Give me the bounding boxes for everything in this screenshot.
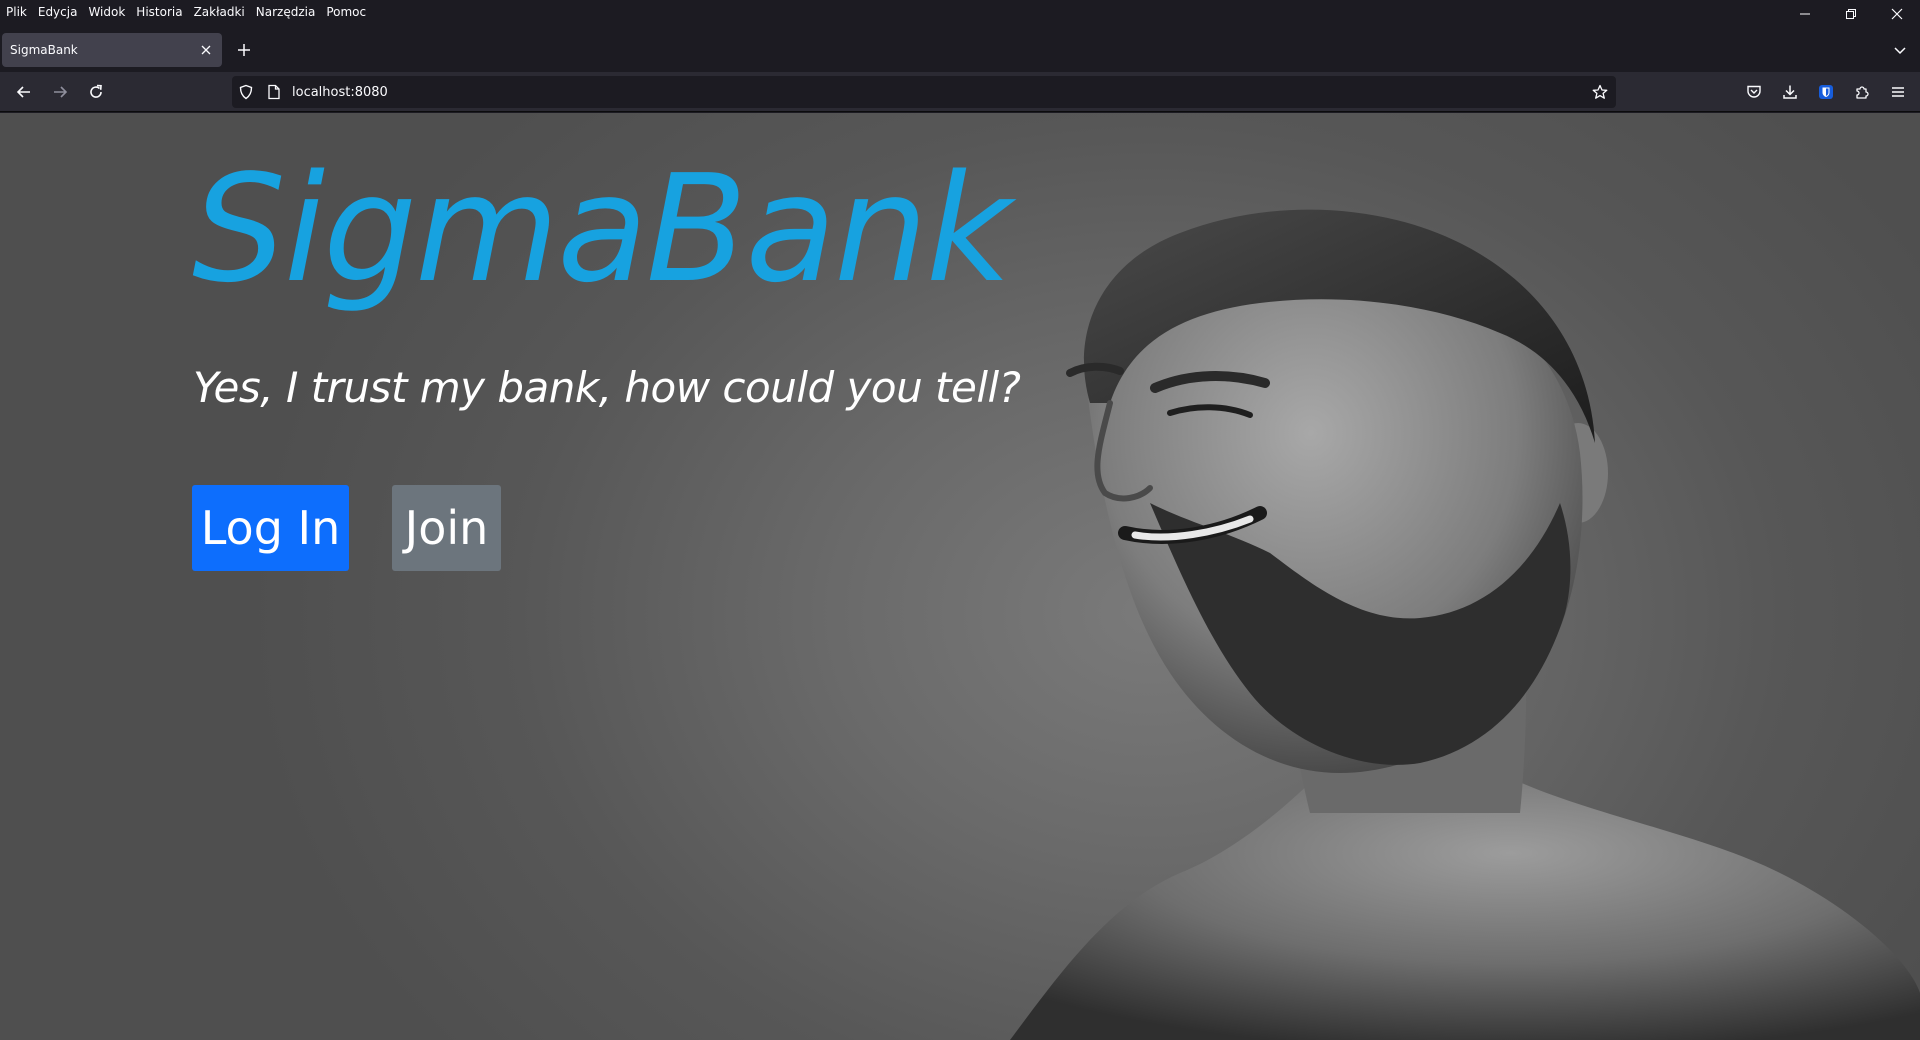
page-content: SigmaBank Yes, I trust my bank, how coul… [0,113,1920,1040]
shield-icon [239,84,253,100]
menu-view[interactable]: Widok [88,5,125,19]
menu-history[interactable]: Historia [136,5,182,19]
tab-close-button[interactable] [198,42,214,58]
tab-sigmabank[interactable]: SigmaBank [2,33,222,67]
downloads-button[interactable] [1772,78,1808,106]
brand-title: SigmaBank [192,143,1012,315]
close-icon [1891,8,1903,20]
puzzle-icon [1856,86,1869,99]
menu-file[interactable]: Plik [6,5,27,19]
url-text[interactable]: localhost:8080 [292,85,1584,100]
login-button[interactable]: Log In [192,485,349,571]
navigation-toolbar: localhost:8080 [0,72,1920,112]
arrow-right-icon [54,86,68,98]
reload-button[interactable] [82,78,110,106]
plus-icon [238,44,250,56]
address-bar[interactable]: localhost:8080 [232,76,1616,108]
join-button[interactable]: Join [392,485,501,571]
restore-button[interactable] [1828,0,1874,28]
menu-help[interactable]: Pomoc [326,5,366,19]
minimize-icon [1800,13,1810,15]
minimize-button[interactable] [1782,0,1828,28]
close-window-button[interactable] [1874,0,1920,28]
tab-title: SigmaBank [10,43,78,57]
hero-man-image [1010,209,1920,1040]
extensions-button[interactable] [1844,78,1880,106]
pocket-button[interactable] [1736,78,1772,106]
window-controls [1782,0,1920,28]
chevron-down-icon [1894,47,1906,55]
forward-button[interactable] [46,78,74,106]
menu-bookmarks[interactable]: Zakładki [194,5,245,19]
tab-bar: SigmaBank [0,28,1920,72]
bitwarden-icon [1819,85,1833,99]
toolbar-actions [1736,78,1916,106]
tagline: Yes, I trust my bank, how could you tell… [193,363,1021,412]
bookmark-button[interactable] [1584,76,1616,108]
page-icon [268,84,280,100]
hamburger-menu-icon [1892,87,1904,97]
tracking-protection-button[interactable] [232,76,260,108]
back-button[interactable] [10,78,38,106]
menu-edit[interactable]: Edycja [38,5,78,19]
app-menu-button[interactable] [1880,78,1916,106]
menu-tools[interactable]: Narzędzia [256,5,316,19]
reload-icon [90,84,102,98]
star-icon [1592,84,1608,99]
restore-icon [1846,9,1856,19]
pocket-icon [1747,85,1761,98]
menu-bar: Plik Edycja Widok Historia Zakładki Narz… [0,0,1920,24]
bitwarden-extension-button[interactable] [1808,78,1844,106]
site-info-button[interactable] [260,76,288,108]
close-icon [201,45,211,55]
new-tab-button[interactable] [232,38,256,62]
arrow-left-icon [16,86,30,98]
list-all-tabs-button[interactable] [1888,38,1912,62]
menu-items: Plik Edycja Widok Historia Zakładki Narz… [0,5,377,19]
download-icon [1783,85,1797,99]
